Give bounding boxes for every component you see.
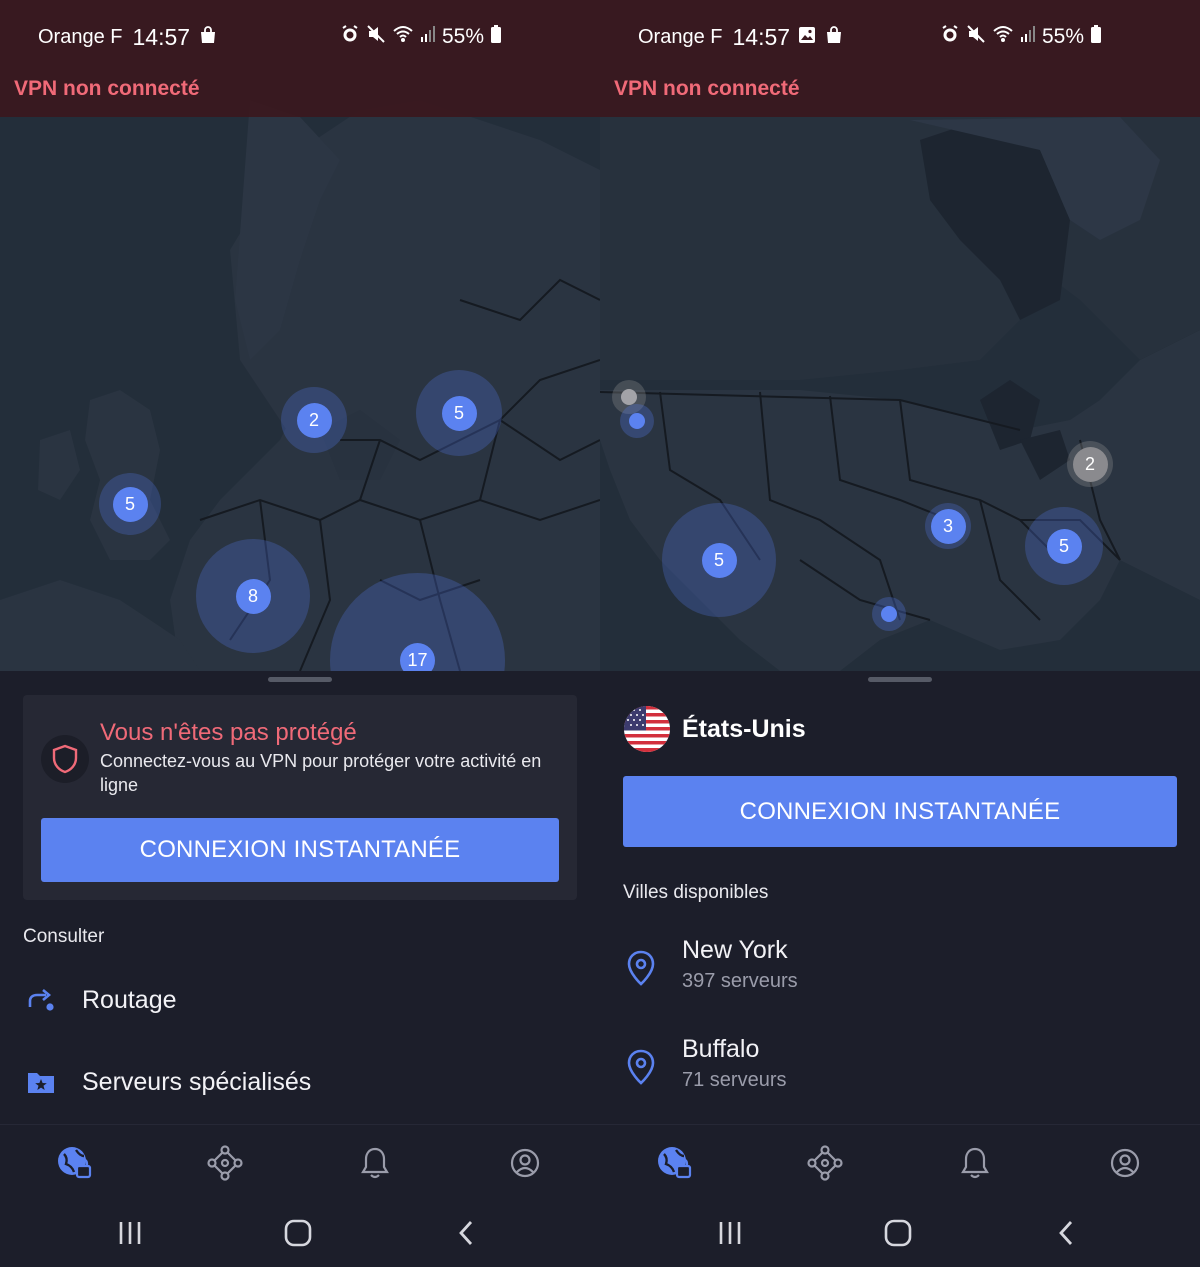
wifi-icon bbox=[392, 24, 414, 50]
battery-icon bbox=[490, 24, 502, 50]
server-point-seattle[interactable] bbox=[620, 404, 654, 438]
city-name: New York bbox=[682, 936, 788, 964]
back-icon[interactable] bbox=[446, 1215, 486, 1251]
home-icon[interactable] bbox=[278, 1215, 318, 1251]
left-screen: 5 2 5 8 17 Orange F 14:57 55% VPN non co… bbox=[0, 0, 600, 1267]
status-bar-left: Orange F 14:57 bbox=[38, 24, 218, 51]
not-protected-title: Vous n'êtes pas protégé bbox=[100, 719, 357, 746]
carrier-label: Orange F bbox=[38, 26, 123, 48]
mesh-network-icon[interactable] bbox=[805, 1143, 845, 1183]
carrier-label: Orange F bbox=[638, 26, 723, 48]
menu-item-label: Routage bbox=[82, 985, 177, 1014]
system-nav-bar bbox=[600, 1199, 1200, 1267]
battery-icon bbox=[1090, 24, 1102, 50]
menu-item-routing[interactable]: Routage bbox=[0, 970, 600, 1030]
city-name: Buffalo bbox=[682, 1035, 760, 1063]
sheet-drag-handle[interactable] bbox=[868, 677, 932, 682]
bell-icon[interactable] bbox=[955, 1143, 995, 1183]
route-arrow-icon bbox=[26, 985, 56, 1015]
back-icon[interactable] bbox=[1046, 1215, 1086, 1251]
server-cluster-uk[interactable]: 5 bbox=[99, 473, 161, 535]
server-cluster-east-coast[interactable]: 5 bbox=[1025, 507, 1103, 585]
battery-level: 55% bbox=[441, 25, 484, 48]
profile-icon[interactable] bbox=[505, 1143, 545, 1183]
status-bar-right: 55% bbox=[940, 24, 1102, 50]
location-pin-icon bbox=[626, 1049, 656, 1090]
server-cluster-denmark[interactable]: 2 bbox=[281, 387, 347, 453]
system-nav-bar bbox=[0, 1199, 600, 1267]
bottom-nav bbox=[0, 1124, 600, 1199]
shield-icon bbox=[41, 735, 89, 783]
right-screen: 5 3 5 2 Orange F 14:57 55% VPN non conne… bbox=[600, 0, 1200, 1267]
globe-lock-icon[interactable] bbox=[55, 1143, 95, 1183]
gallery-icon bbox=[798, 26, 816, 50]
server-point-texas[interactable] bbox=[872, 597, 906, 631]
signal-icon bbox=[1020, 25, 1036, 49]
shopping-bag-icon bbox=[824, 25, 844, 51]
shopping-bag-icon bbox=[198, 25, 218, 51]
country-header: États-Unis bbox=[624, 706, 806, 752]
bottom-nav bbox=[600, 1124, 1200, 1199]
server-count: 397 serveurs bbox=[682, 970, 798, 992]
top-bar: Orange F 14:57 55% VPN non connecté bbox=[600, 0, 1200, 117]
city-item-buffalo[interactable]: Buffalo 71 serveurs bbox=[600, 1035, 1200, 1105]
country-name: États-Unis bbox=[682, 714, 806, 743]
alarm-icon bbox=[940, 24, 960, 50]
status-bar-left: Orange F 14:57 bbox=[638, 24, 844, 51]
mesh-network-icon[interactable] bbox=[205, 1143, 245, 1183]
signal-icon bbox=[420, 25, 436, 49]
battery-level: 55% bbox=[1041, 25, 1084, 48]
menu-item-label: Serveurs spécialisés bbox=[82, 1067, 312, 1096]
server-cluster-west-coast[interactable]: 5 bbox=[662, 503, 776, 617]
clock: 14:57 bbox=[132, 24, 191, 50]
sheet-drag-handle[interactable] bbox=[268, 677, 332, 682]
recent-apps-icon[interactable] bbox=[110, 1215, 150, 1251]
alarm-icon bbox=[340, 24, 360, 50]
location-pin-icon bbox=[626, 950, 656, 991]
server-cluster-canada[interactable]: 2 bbox=[1067, 441, 1113, 487]
recent-apps-icon[interactable] bbox=[710, 1215, 750, 1251]
server-count: 71 serveurs bbox=[682, 1069, 787, 1091]
available-cities-label: Villes disponibles bbox=[623, 882, 769, 903]
vpn-status-label: VPN non connecté bbox=[14, 77, 200, 100]
server-cluster-midwest[interactable]: 3 bbox=[925, 503, 971, 549]
wifi-icon bbox=[992, 24, 1014, 50]
vpn-status-label: VPN non connecté bbox=[614, 77, 800, 100]
profile-icon[interactable] bbox=[1105, 1143, 1145, 1183]
quick-connect-button[interactable]: CONNEXION INSTANTANÉE bbox=[623, 776, 1177, 847]
home-icon[interactable] bbox=[878, 1215, 918, 1251]
protection-card: Vous n'êtes pas protégé Connectez-vous a… bbox=[23, 695, 577, 900]
server-cluster-france[interactable]: 8 bbox=[196, 539, 310, 653]
consult-section-label: Consulter bbox=[23, 926, 105, 947]
clock: 14:57 bbox=[732, 24, 791, 50]
top-bar: Orange F 14:57 55% VPN non connecté bbox=[0, 0, 600, 117]
not-protected-subtitle: Connectez-vous au VPN pour protéger votr… bbox=[100, 751, 542, 795]
status-bar-right: 55% bbox=[340, 24, 502, 50]
star-folder-icon bbox=[26, 1067, 56, 1097]
server-cluster-baltics[interactable]: 5 bbox=[416, 370, 502, 456]
bell-icon[interactable] bbox=[355, 1143, 395, 1183]
mute-icon bbox=[966, 24, 986, 50]
us-flag-icon bbox=[624, 706, 670, 752]
quick-connect-button[interactable]: CONNEXION INSTANTANÉE bbox=[41, 818, 559, 882]
mute-icon bbox=[366, 24, 386, 50]
menu-item-specialty-servers[interactable]: Serveurs spécialisés bbox=[0, 1052, 600, 1112]
city-item-new-york[interactable]: New York 397 serveurs bbox=[600, 936, 1200, 1006]
globe-lock-icon[interactable] bbox=[655, 1143, 695, 1183]
